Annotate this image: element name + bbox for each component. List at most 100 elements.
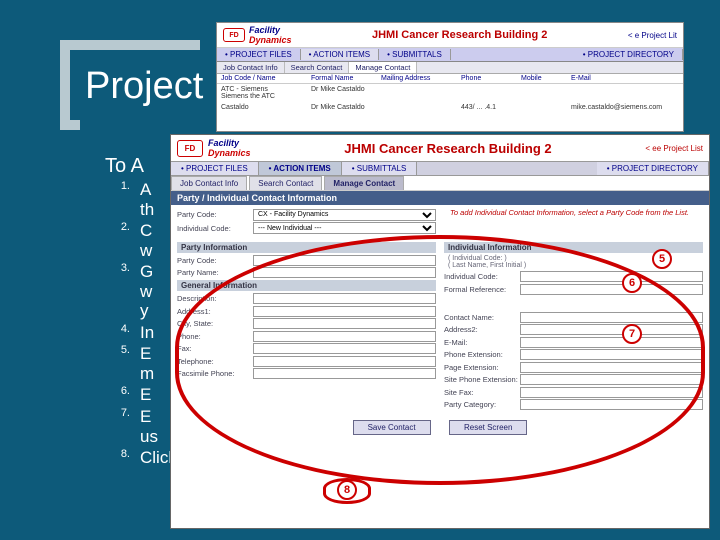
- company-name: FacilityDynamics: [249, 25, 292, 45]
- step-text: Em: [140, 344, 154, 383]
- col-formalname[interactable]: Formal Name: [311, 75, 381, 82]
- step-number: 7.: [108, 407, 130, 419]
- tab-project-directory[interactable]: • PROJECT DIRECTORY: [575, 49, 683, 60]
- step-number: 1.: [108, 180, 130, 192]
- description-input[interactable]: [253, 293, 436, 304]
- contact-name-input[interactable]: [520, 312, 703, 323]
- step-text: Ath: [140, 180, 154, 219]
- site-phone-ext-input[interactable]: [520, 374, 703, 385]
- table-row[interactable]: Castaldo Dr Mike Castaldo 443/ ... .4.1 …: [217, 102, 683, 113]
- section-banner: Party / Individual Contact Information: [171, 191, 709, 205]
- label-individual-code: Individual Code:: [177, 224, 253, 233]
- col-phone[interactable]: Phone: [461, 75, 521, 82]
- company-name: FacilityDynamics: [208, 138, 251, 158]
- label-site-fax: Site Fax:: [444, 388, 520, 397]
- cell-email: mike.castaldo@siemens.com: [571, 104, 679, 111]
- individual-code-input[interactable]: [520, 271, 703, 282]
- label-description: Description:: [177, 294, 253, 303]
- tab-submittals[interactable]: • SUBMITTALS: [342, 162, 418, 175]
- step-text: E: [140, 385, 151, 405]
- label-site-phone-ext: Site Phone Extension:: [444, 375, 520, 384]
- site-fax-input[interactable]: [520, 387, 703, 398]
- tab-project-files[interactable]: • PROJECT FILES: [171, 162, 259, 175]
- step-number: 4.: [108, 323, 130, 335]
- facsimile-input[interactable]: [253, 368, 436, 379]
- fax-input[interactable]: [253, 343, 436, 354]
- col-mailing[interactable]: Mailing Address: [381, 75, 461, 82]
- label-party-category: Party Category:: [444, 400, 520, 409]
- back-tabs: • PROJECT FILES • ACTION ITEMS • SUBMITT…: [217, 48, 683, 62]
- logo-icon: FD: [223, 28, 245, 42]
- label-fax: Fax:: [177, 344, 253, 353]
- phone-input[interactable]: [253, 331, 436, 342]
- label-telephone: Telephone:: [177, 357, 253, 366]
- bullet-square-icon: [72, 160, 82, 170]
- step-text: Cw: [140, 221, 152, 260]
- form-note: To add Individual Contact Information, s…: [444, 208, 689, 217]
- party-category-input[interactable]: [520, 399, 703, 410]
- telephone-input[interactable]: [253, 356, 436, 367]
- tab-project-directory[interactable]: • PROJECT DIRECTORY: [597, 162, 709, 175]
- label-address2: Address2:: [444, 325, 520, 334]
- logo-icon: FD: [177, 140, 203, 157]
- cell-mobile: [521, 104, 571, 111]
- step-number: 6.: [108, 385, 130, 397]
- subtab-manage-contact[interactable]: Manage Contact: [349, 62, 417, 73]
- tab-action-items[interactable]: • ACTION ITEMS: [301, 49, 379, 60]
- tab-action-items[interactable]: • ACTION ITEMS: [259, 162, 342, 175]
- save-contact-button[interactable]: Save Contact: [353, 420, 431, 435]
- step-number: 8.: [108, 448, 130, 460]
- step-number: 5.: [108, 344, 130, 356]
- intro-text: To A: [105, 155, 144, 178]
- party-name-input[interactable]: [253, 267, 436, 278]
- project-list-link[interactable]: < ee Project List: [645, 144, 703, 153]
- label-email: E-Mail:: [444, 338, 520, 347]
- annotation-number-7: 7: [622, 324, 642, 344]
- subtab-job-contact[interactable]: Job Contact Info: [171, 176, 247, 190]
- label-party-code2: Party Code:: [177, 256, 253, 265]
- step-text: Eus: [140, 407, 158, 446]
- front-tabs: • PROJECT FILES • ACTION ITEMS • SUBMITT…: [171, 161, 709, 176]
- subtab-job-contact[interactable]: Job Contact Info: [217, 62, 285, 73]
- project-list-link[interactable]: < e Project Lit: [628, 31, 677, 40]
- cell-phone: 443/ ... .4.1: [461, 104, 521, 111]
- label-contact-name: Contact Name:: [444, 313, 520, 322]
- col-email[interactable]: E-Mail: [571, 75, 679, 82]
- subtab-search-contact[interactable]: Search Contact: [285, 62, 350, 73]
- front-window-title: JHMI Cancer Research Building 2: [251, 141, 646, 156]
- party-code-select[interactable]: CX - Facility Dynamics: [253, 209, 436, 221]
- email-input[interactable]: [520, 337, 703, 348]
- phone-ext-input[interactable]: [520, 349, 703, 360]
- tab-submittals[interactable]: • SUBMITTALS: [379, 49, 451, 60]
- label-individual-code2: Individual Code:: [444, 272, 520, 281]
- formal-ref-input[interactable]: [520, 284, 703, 295]
- back-column-headers: Job Code / Name Formal Name Mailing Addr…: [217, 74, 683, 84]
- label-address1: Address1:: [177, 307, 253, 316]
- annotation-number-8: 8: [337, 480, 357, 500]
- subtab-manage-contact[interactable]: Manage Contact: [324, 176, 404, 190]
- tab-project-files[interactable]: • PROJECT FILES: [217, 49, 301, 60]
- left-column: Party Information Party Code: Party Name…: [177, 240, 436, 412]
- cell-jobname: Castaldo: [221, 104, 311, 111]
- individual-code-select[interactable]: --- New Individual ---: [253, 222, 436, 234]
- address2-input[interactable]: [520, 324, 703, 335]
- address1-input[interactable]: [253, 306, 436, 317]
- general-info-header: General Information: [177, 280, 436, 291]
- party-info-header: Party Information: [177, 242, 436, 253]
- front-window-header: FD FacilityDynamics JHMI Cancer Research…: [171, 135, 709, 161]
- col-jobcode[interactable]: Job Code / Name: [221, 75, 311, 82]
- label-party-code: Party Code:: [177, 210, 253, 219]
- button-row: Save Contact Reset Screen: [171, 414, 709, 441]
- step-number: 2.: [108, 221, 130, 233]
- col-mobile[interactable]: Mobile: [521, 75, 571, 82]
- step-number: 3.: [108, 262, 130, 274]
- label-city-state: City, State:: [177, 319, 253, 328]
- label-party-name: Party Name:: [177, 268, 253, 277]
- subtab-search-contact[interactable]: Search Contact: [249, 176, 322, 190]
- reset-screen-button[interactable]: Reset Screen: [449, 420, 527, 435]
- page-ext-input[interactable]: [520, 362, 703, 373]
- table-row[interactable]: ATC - SiemensSiemens the ATC Dr Mike Cas…: [217, 84, 683, 102]
- party-code-input[interactable]: [253, 255, 436, 266]
- city-state-input[interactable]: [253, 318, 436, 329]
- cell-formal: Dr Mike Castaldo: [311, 104, 381, 111]
